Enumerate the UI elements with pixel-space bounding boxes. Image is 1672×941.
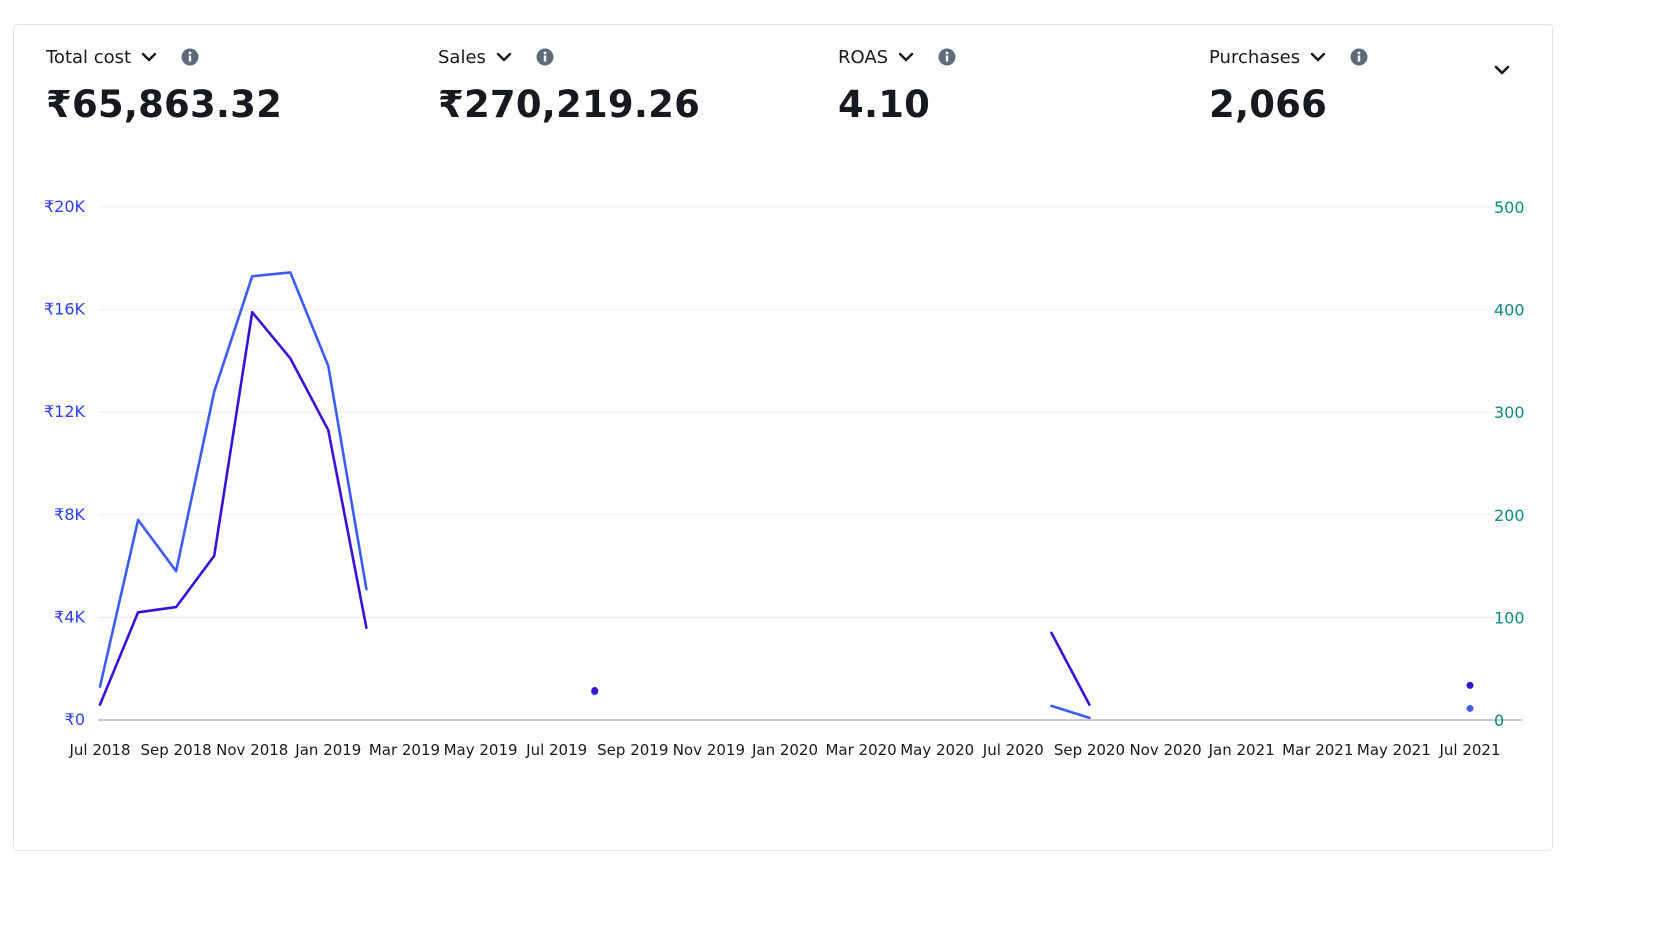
y-right-tick-label: 0 (1494, 711, 1504, 730)
y-right-tick-label: 200 (1494, 506, 1525, 525)
y-left-tick-label: ₹12K (44, 402, 86, 421)
y-left-tick-label: ₹20K (44, 197, 86, 216)
y-left-tick-label: ₹16K (44, 300, 86, 319)
x-tick-label: Jan 2021 (1208, 741, 1275, 759)
series-line (1050, 704, 1091, 720)
x-tick-label: Sep 2020 (1054, 741, 1125, 759)
x-tick-label: Nov 2019 (673, 741, 745, 759)
series-line (98, 271, 368, 688)
chart: ₹0 ₹4K ₹8K ₹12K ₹16K ₹20K 0 100 200 300 400 500 Jul … (44, 197, 1525, 759)
x-tick-label: Sep 2018 (141, 741, 212, 759)
x-tick-label: Jul 2020 (982, 741, 1044, 759)
x-tick-label: Nov 2018 (216, 741, 288, 759)
y-right-tick-label: 100 (1494, 608, 1525, 627)
y-right-tick-label: 300 (1494, 403, 1525, 422)
x-tick-label: Mar 2019 (369, 741, 440, 759)
y-right-tick-label: 500 (1494, 198, 1525, 217)
x-tick-label: Mar 2020 (825, 741, 896, 759)
x-tick-label: May 2020 (900, 741, 974, 759)
x-tick-label: Sep 2019 (597, 741, 668, 759)
y-left-tick-label: ₹8K (54, 505, 85, 524)
x-tick-label: Jan 2020 (751, 741, 818, 759)
series-point (1466, 681, 1474, 689)
x-tick-label: May 2019 (444, 741, 518, 759)
x-tick-label: Jul 2018 (68, 741, 130, 759)
y-left-tick-label: ₹4K (54, 607, 85, 626)
series-point (591, 687, 599, 695)
x-tick-label: Jul 2021 (1438, 741, 1500, 759)
series-line (98, 310, 368, 706)
y-left-tick-label: ₹0 (65, 710, 85, 729)
y-right-tick-label: 400 (1494, 301, 1525, 320)
x-tick-label: Jul 2019 (525, 741, 587, 759)
series-point (1466, 704, 1474, 712)
x-tick-label: Jan 2019 (294, 741, 361, 759)
x-tick-label: Nov 2020 (1129, 741, 1201, 759)
series-line (1050, 631, 1091, 706)
x-tick-label: May 2021 (1357, 741, 1431, 759)
x-tick-label: Mar 2021 (1282, 741, 1353, 759)
